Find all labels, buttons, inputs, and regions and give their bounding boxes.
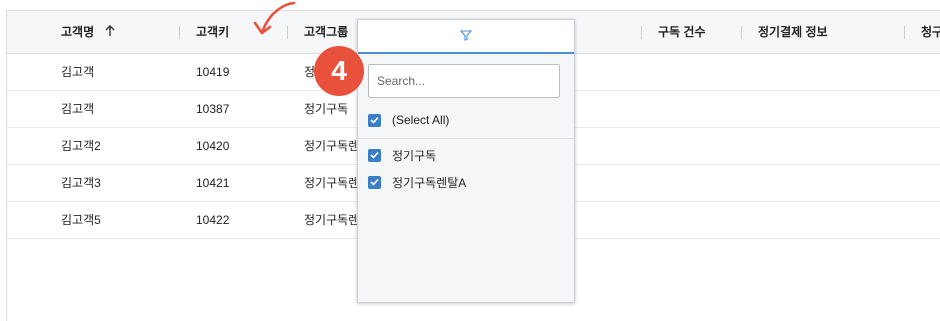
column-header-billing-info[interactable]: 정기결제 정보 [758,11,828,53]
filter-option[interactable]: 정기구독 [368,145,436,165]
divider [358,138,574,139]
arrow-up-icon[interactable] [105,12,115,54]
customer-name-cell: 김고객2 [61,139,101,153]
filter-option[interactable]: 정기구독렌탈A [368,172,466,192]
checkbox-checked-icon[interactable] [368,113,381,127]
customer-key-cell: 10422 [196,213,230,227]
filter-tab-bar[interactable] [358,20,574,54]
column-header-customer-name[interactable]: 고객명 [61,11,115,53]
column-header-subscription-count[interactable]: 구독 건수 [658,11,706,53]
step-number-badge: 4 [314,46,364,96]
column-resize-handle[interactable] [741,26,742,39]
customer-name-cell: 김고객 [61,65,95,79]
customer-group-cell: 정기구독렌 [304,176,360,190]
select-all-label: (Select All) [392,113,450,127]
column-resize-handle[interactable] [904,26,905,39]
customer-group-cell: 정기구독렌 [304,213,360,227]
customer-name-cell: 김고객3 [61,176,101,190]
filter-option-label: 정기구독렌탈A [392,175,467,190]
customer-key-cell: 10421 [196,176,230,190]
column-resize-handle[interactable] [641,26,642,39]
filter-option-label: 정기구독 [392,148,437,163]
customer-name-cell: 김고객 [61,102,95,116]
customer-group-cell: 정기구독 [304,102,349,116]
column-header-customer-key[interactable]: 고객키 [196,11,229,53]
column-label: 고객명 [61,25,95,39]
customer-key-cell: 10419 [196,65,230,79]
checkbox-checked-icon[interactable] [368,175,381,189]
filter-search-input[interactable] [368,64,560,98]
checkbox-checked-icon[interactable] [368,148,381,162]
column-resize-handle[interactable] [179,26,180,39]
select-all-option[interactable]: (Select All) [368,110,449,130]
red-curved-arrow-icon [250,0,300,43]
customer-key-cell: 10420 [196,139,230,153]
customer-name-cell: 김고객5 [61,213,101,227]
column-filter-panel: (Select All) 정기구독 정기구독렌탈A [357,19,575,303]
customer-key-cell: 10387 [196,102,230,116]
filter-icon[interactable] [459,30,473,44]
column-header-invoice[interactable]: 청구 [921,11,940,53]
customer-group-cell: 정기구독렌 [304,139,360,153]
